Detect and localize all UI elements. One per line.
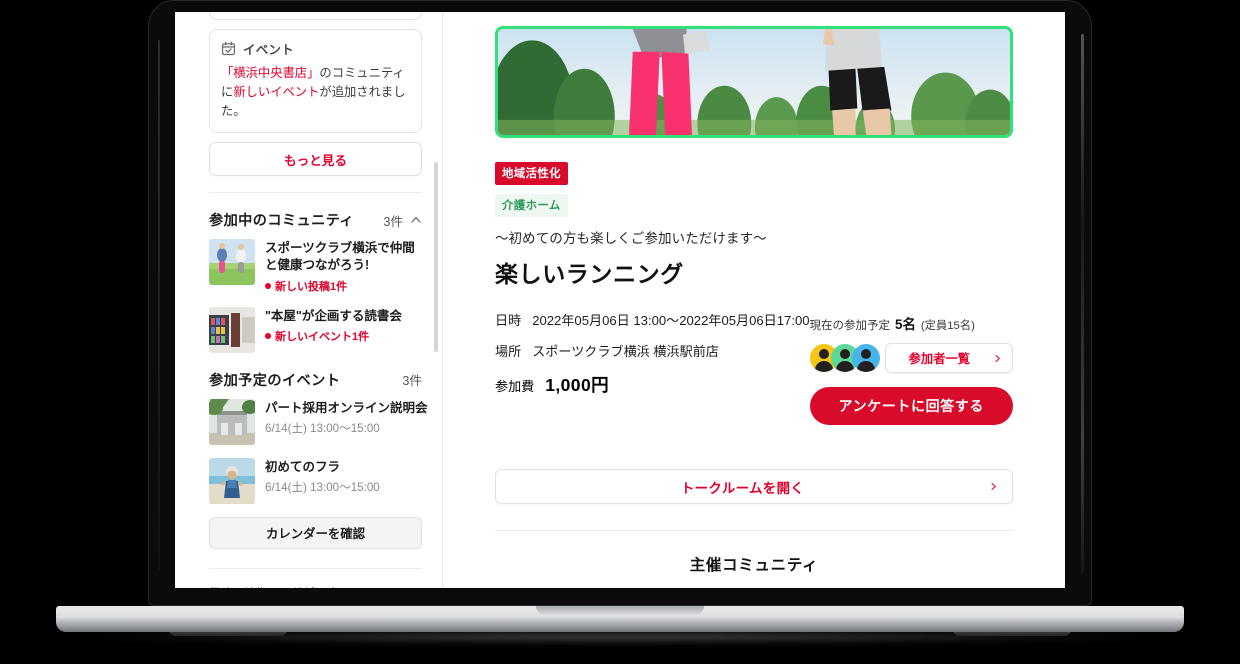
event-title: 初めてのフラ: [265, 459, 341, 474]
dot-icon: [265, 282, 271, 289]
communities-section-header[interactable]: 参加中のコミュニティ 3件: [209, 210, 422, 230]
sidebar-divider-1: [209, 192, 422, 194]
communities-count: 3件: [383, 214, 403, 229]
subcategory-tag: 介護ホーム: [495, 194, 568, 217]
attendance-count: 5名: [895, 317, 916, 332]
avatar: [851, 344, 880, 372]
notice-header: イベント: [221, 39, 410, 58]
runners-photo: [209, 239, 255, 286]
dot-icon: [265, 332, 271, 339]
notice-type-label: イベント: [243, 43, 294, 57]
hero-photo-illustration: [498, 29, 1010, 135]
host-community-heading: 主催コミュニティ: [689, 557, 819, 574]
participation-panel: 現在の参加予定 5名 (定員15名) 参加者一覧 アンケートに回答する: [809, 311, 1013, 425]
open-talk-room-button[interactable]: トークルームを開く: [495, 469, 1013, 504]
web-page: イベント 「横浜中央書店」のコミュニティに新しいイベントが追加されました。 もっ…: [175, 12, 1065, 588]
laptop-base-notch: [536, 606, 704, 615]
community-badge-label: 新しい投稿1件: [275, 280, 348, 293]
community-badge: 新しいイベント1件: [265, 328, 402, 344]
event-place-row: 場所 スポーツクラブ横浜 横浜駅前店: [495, 342, 810, 362]
lid-right-edge-highlight: [1081, 34, 1084, 574]
communities-count-wrap: 3件: [383, 211, 422, 230]
notice-card[interactable]: イベント 「横浜中央書店」のコミュニティに新しいイベントが追加されました。: [209, 29, 422, 134]
attendance-summary: 現在の参加予定 5名 (定員15名): [810, 313, 1013, 333]
building-photo: [209, 398, 255, 445]
events-count: 3件: [402, 374, 422, 389]
footer-separator: ・: [274, 585, 286, 588]
event-fee-row: 参加費 1,000円: [495, 372, 810, 397]
event-hero-image: [495, 26, 1013, 138]
main-divider: [495, 530, 1013, 531]
events-section-title: 参加予定のイベント: [209, 372, 341, 389]
community-title: スポーツクラブ横浜で仲間と健康つながろう!: [265, 241, 415, 273]
page-title: 楽しいランニング: [495, 261, 684, 287]
sidebar-scrollbar-thumb[interactable]: [434, 162, 438, 352]
community-badge-label: 新しいイベント1件: [275, 330, 370, 343]
attendance-label: 現在の参加予定: [809, 320, 891, 332]
main-content: 地域活性化 介護ホーム 〜初めての方も楽しくご参加いただけます〜 楽しいランニン…: [443, 12, 1065, 588]
sidebar-footer: 興味の編集 ・ 地域の変更: [209, 567, 422, 588]
event-info-row: 日時 2022年05月06日 13:00〜2022年05月06日17:00 場所…: [495, 311, 1013, 425]
avatar-group: [809, 344, 880, 372]
list-item[interactable]: スポーツクラブ横浜で仲間と健康つながろう! 新しい投稿1件: [209, 239, 422, 294]
hula-photo: [209, 457, 255, 504]
list-item[interactable]: "本屋"が企画する読書会 新しいイベント1件: [209, 306, 422, 353]
participants-list-label: 参加者一覧: [908, 352, 971, 366]
footer-links: 興味の編集 ・ 地域の変更: [209, 585, 422, 588]
fee-value: 1,000円: [545, 375, 609, 396]
fee-label: 参加費: [495, 379, 535, 395]
event-lead-text: 〜初めての方も楽しくご参加いただけます〜: [495, 231, 767, 246]
talk-room-label: トークルームを開く: [680, 480, 805, 496]
chevron-right-icon: [991, 482, 996, 491]
chevron-up-icon[interactable]: [410, 214, 422, 226]
clipped-card-above: [209, 12, 422, 20]
event-datetime-row: 日時 2022年05月06日 13:00〜2022年05月06日17:00: [495, 311, 810, 331]
participants-list-button[interactable]: 参加者一覧: [884, 343, 1013, 373]
notice-text: 「横浜中央書店」のコミュニティに新しいイベントが追加されました。: [221, 64, 410, 121]
list-item[interactable]: 初めてのフラ 6/14(土) 13:00〜15:00: [209, 457, 422, 504]
list-item-content: スポーツクラブ横浜で仲間と健康つながろう! 新しい投稿1件: [265, 239, 422, 294]
notice-community-name: 「横浜中央書店」: [221, 66, 320, 80]
calendar-icon: [221, 41, 236, 56]
place-label: 場所: [495, 343, 522, 359]
communities-section-title: 参加中のコミュニティ: [209, 213, 355, 230]
place-value: スポーツクラブ横浜 横浜駅前店: [532, 343, 719, 359]
list-item-content: 初めてのフラ 6/14(土) 13:00〜15:00: [265, 458, 380, 495]
tag-group: 地域活性化 介護ホーム: [495, 162, 1013, 217]
list-item-content: パート採用オンライン説明会 6/14(土) 13:00〜15:00: [265, 399, 428, 436]
answer-survey-button[interactable]: アンケートに回答する: [809, 387, 1013, 425]
laptop-screen: イベント 「横浜中央書店」のコミュニティに新しいイベントが追加されました。 もっ…: [175, 12, 1065, 588]
change-region-link[interactable]: 地域の変更: [293, 585, 351, 588]
datetime-value: 2022年05月06日 13:00〜2022年05月06日17:00: [532, 313, 810, 328]
event-datetime: 6/14(土) 13:00〜15:00: [265, 480, 380, 494]
laptop-base: [56, 606, 1184, 632]
event-details: 日時 2022年05月06日 13:00〜2022年05月06日17:00 場所…: [495, 311, 810, 425]
community-title: "本屋"が企画する読書会: [265, 308, 402, 323]
edit-interests-link[interactable]: 興味の編集: [209, 585, 267, 588]
events-count-wrap: 3件: [402, 370, 422, 389]
datetime-label: 日時: [495, 313, 522, 328]
event-title: パート採用オンライン説明会: [265, 400, 428, 415]
list-item-content: "本屋"が企画する読書会 新しいイベント1件: [265, 307, 402, 344]
chevron-right-icon: [995, 354, 1000, 362]
participants-row: 参加者一覧: [809, 343, 1013, 373]
attendance-capacity: (定員15名): [920, 320, 975, 332]
laptop-mockup-scene: イベント 「横浜中央書店」のコミュニティに新しいイベントが追加されました。 もっ…: [0, 0, 1240, 664]
bookstore-photo: [209, 306, 255, 353]
lid-left-edge-highlight: [158, 40, 160, 570]
sidebar: イベント 「横浜中央書店」のコミュニティに新しいイベントが追加されました。 もっ…: [175, 12, 443, 588]
category-tag: 地域活性化: [495, 162, 568, 185]
community-badge: 新しい投稿1件: [265, 278, 422, 294]
sidebar-scrollbar-track[interactable]: [434, 12, 440, 588]
events-section-header[interactable]: 参加予定のイベント 3件: [209, 370, 422, 390]
show-more-button[interactable]: もっと見る: [209, 142, 422, 177]
event-datetime: 6/14(土) 13:00〜15:00: [265, 421, 380, 435]
notice-highlight: 新しいイベント: [233, 85, 320, 100]
list-item[interactable]: パート採用オンライン説明会 6/14(土) 13:00〜15:00: [209, 398, 428, 445]
check-calendar-button[interactable]: カレンダーを確認: [209, 516, 422, 549]
